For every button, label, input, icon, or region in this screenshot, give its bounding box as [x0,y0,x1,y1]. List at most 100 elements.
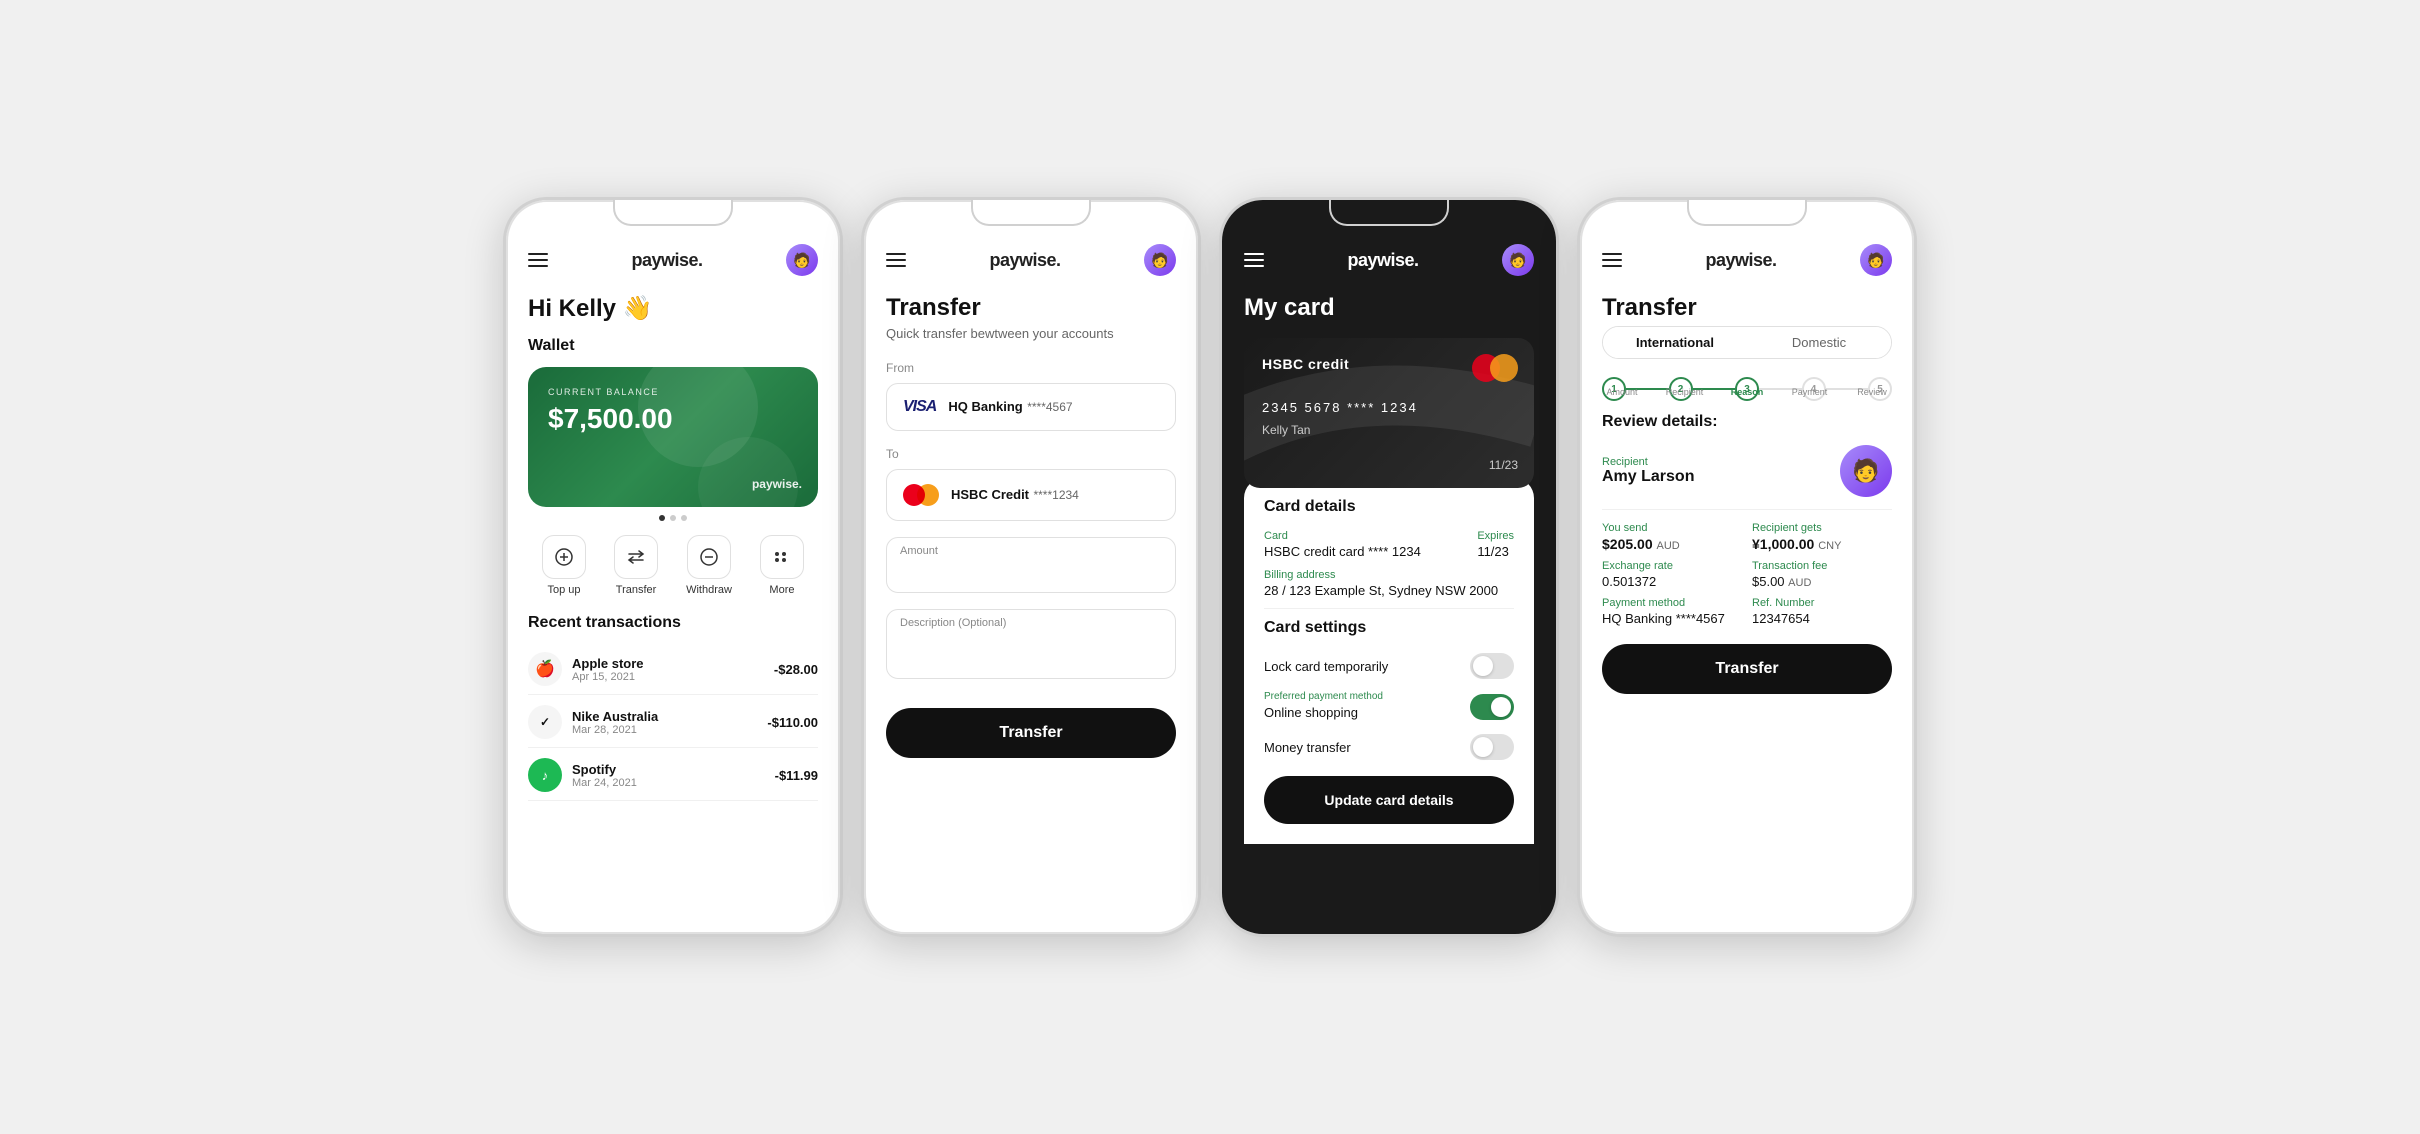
withdraw-icon [687,535,731,579]
setting-lock: Lock card temporarily [1264,647,1514,685]
screen4-content: paywise. 🧑 Transfer International Domest… [1580,200,1914,934]
action-topup[interactable]: Top up [542,535,586,596]
to-bank-name: HSBC Credit [951,487,1029,502]
tx-item-spotify: ♪ Spotify Mar 24, 2021 -$11.99 [528,750,818,801]
phone-intl-transfer: paywise. 🧑 Transfer International Domest… [1577,197,1917,937]
from-account-info: HQ Banking ****4567 [948,398,1159,416]
mc-big-orange [1490,354,1518,382]
more-label: More [769,584,794,596]
setting-online: Preferred payment method Online shopping [1264,685,1514,728]
ref-val: 12347654 [1752,611,1892,626]
online-knob [1491,697,1511,717]
card-detail-card: Card HSBC credit card **** 1234 [1264,530,1421,559]
quick-actions: Top up Transfer Withdraw More [528,535,818,596]
money-knob [1473,737,1493,757]
money-toggle[interactable] [1470,734,1514,760]
description-container: Description (Optional) [886,609,1176,684]
tx-icon-nike: ✓ [528,705,562,739]
ref-label: Ref. Number [1752,597,1892,609]
tx-fee-label: Transaction fee [1752,560,1892,572]
transfer-grid-bottom: Payment method HQ Banking ****4567 Ref. … [1602,597,1892,626]
phone-transfer: paywise. 🧑 Transfer Quick transfer bewtw… [861,197,1201,937]
tab-switcher: International Domestic [1602,326,1892,359]
dot-2 [670,515,676,521]
card-val: HSBC credit card **** 1234 [1264,544,1421,559]
hamburger-menu-2[interactable] [886,253,906,267]
transfer-page-title: Transfer [886,294,1176,322]
tx-date-spotify: Mar 24, 2021 [572,777,775,789]
top-bar-2: paywise. 🧑 [886,244,1176,276]
transaction-list: 🍎 Apple store Apr 15, 2021 -$28.00 ✓ Nik… [528,644,818,801]
tx-info-spotify: Spotify Mar 24, 2021 [572,762,775,789]
lock-toggle[interactable] [1470,653,1514,679]
hamburger-menu-1[interactable] [528,253,548,267]
tx-fee-val: $5.00 AUD [1752,574,1892,589]
tx-item-nike: ✓ Nike Australia Mar 28, 2021 -$110.00 [528,697,818,748]
online-label-group: Preferred payment method Online shopping [1264,691,1383,722]
action-more[interactable]: More [760,535,804,596]
recipient-name: Amy Larson [1602,468,1828,486]
card-detail-row-1: Card HSBC credit card **** 1234 Expires … [1264,530,1514,559]
more-icon [760,535,804,579]
hamburger-menu-3[interactable] [1244,253,1264,267]
intl-transfer-btn[interactable]: Transfer [1602,644,1892,694]
update-card-btn[interactable]: Update card details [1264,776,1514,824]
tab-domestic[interactable]: Domestic [1747,327,1891,358]
online-toggle[interactable] [1470,694,1514,720]
transfer-label: Transfer [616,584,657,596]
you-send-field: You send $205.00 AUD [1602,522,1742,552]
recipient-row: Recipient Amy Larson 🧑 [1602,445,1892,497]
step-label-2: Recipient [1665,387,1705,397]
notch-2 [971,200,1091,226]
from-account-card[interactable]: VISA HQ Banking ****4567 [886,383,1176,431]
card-detail-expires: Expires 11/23 [1477,530,1514,559]
amount-float-label: Amount [900,545,938,557]
withdraw-label: Withdraw [686,584,732,596]
to-label: To [886,447,1176,461]
transfer-btn-2[interactable]: Transfer [886,708,1176,758]
mc-orange [917,484,939,506]
wallet-card: CURRENT BALANCE $7,500.00 paywise. [528,367,818,507]
intl-transfer-title: Transfer [1602,294,1892,322]
step-label-1: Amount [1602,387,1642,397]
dot-1 [659,515,665,521]
card-holder: Kelly Tan [1262,423,1516,437]
ref-field: Ref. Number 12347654 [1752,597,1892,626]
avatar-2[interactable]: 🧑 [1144,244,1176,276]
wallet-section-title: Wallet [528,337,818,355]
to-account-card[interactable]: HSBC Credit ****1234 [886,469,1176,521]
mastercard-icon-card [1472,354,1518,382]
card-number: 2345 5678 **** 1234 [1262,400,1516,415]
app-title-2: paywise. [989,250,1060,271]
from-label: From [886,361,1176,375]
avatar-1[interactable]: 🧑 [786,244,818,276]
exchange-rate-field: Exchange rate 0.501372 [1602,560,1742,589]
you-send-label: You send [1602,522,1742,534]
screen1-content: paywise. 🧑 Hi Kelly 👋 Wallet CURRENT BAL… [506,200,840,934]
card-expiry: 11/23 [1489,458,1518,472]
money-label: Money transfer [1264,740,1351,755]
recipient-gets-label: Recipient gets [1752,522,1892,534]
tab-international[interactable]: International [1603,327,1747,358]
topup-icon [542,535,586,579]
action-withdraw[interactable]: Withdraw [686,535,732,596]
visa-logo: VISA [903,398,936,416]
payment-method-field: Payment method HQ Banking ****4567 [1602,597,1742,626]
phone-home: paywise. 🧑 Hi Kelly 👋 Wallet CURRENT BAL… [503,197,843,937]
screen3-content: paywise. 🧑 My card HSBC credit 2345 5678… [1222,200,1556,934]
avatar-3[interactable]: 🧑 [1502,244,1534,276]
tx-amount-nike: -$110.00 [767,715,818,730]
recipient-info: Recipient Amy Larson [1602,456,1828,486]
hamburger-menu-4[interactable] [1602,253,1622,267]
transfer-grid-top: You send $205.00 AUD Recipient gets ¥1,0… [1602,522,1892,552]
step-label-3: Reason [1727,387,1767,397]
tx-fee-field: Transaction fee $5.00 AUD [1752,560,1892,589]
avatar-4[interactable]: 🧑 [1860,244,1892,276]
tx-date-apple: Apr 15, 2021 [572,671,774,683]
action-transfer[interactable]: Transfer [614,535,658,596]
exchange-rate-val: 0.501372 [1602,574,1742,589]
tx-name-nike: Nike Australia [572,709,767,724]
credit-card: HSBC credit 2345 5678 **** 1234 Kelly Ta… [1244,338,1534,488]
recipient-label: Recipient [1602,456,1828,468]
to-account-info: HSBC Credit ****1234 [951,486,1159,504]
